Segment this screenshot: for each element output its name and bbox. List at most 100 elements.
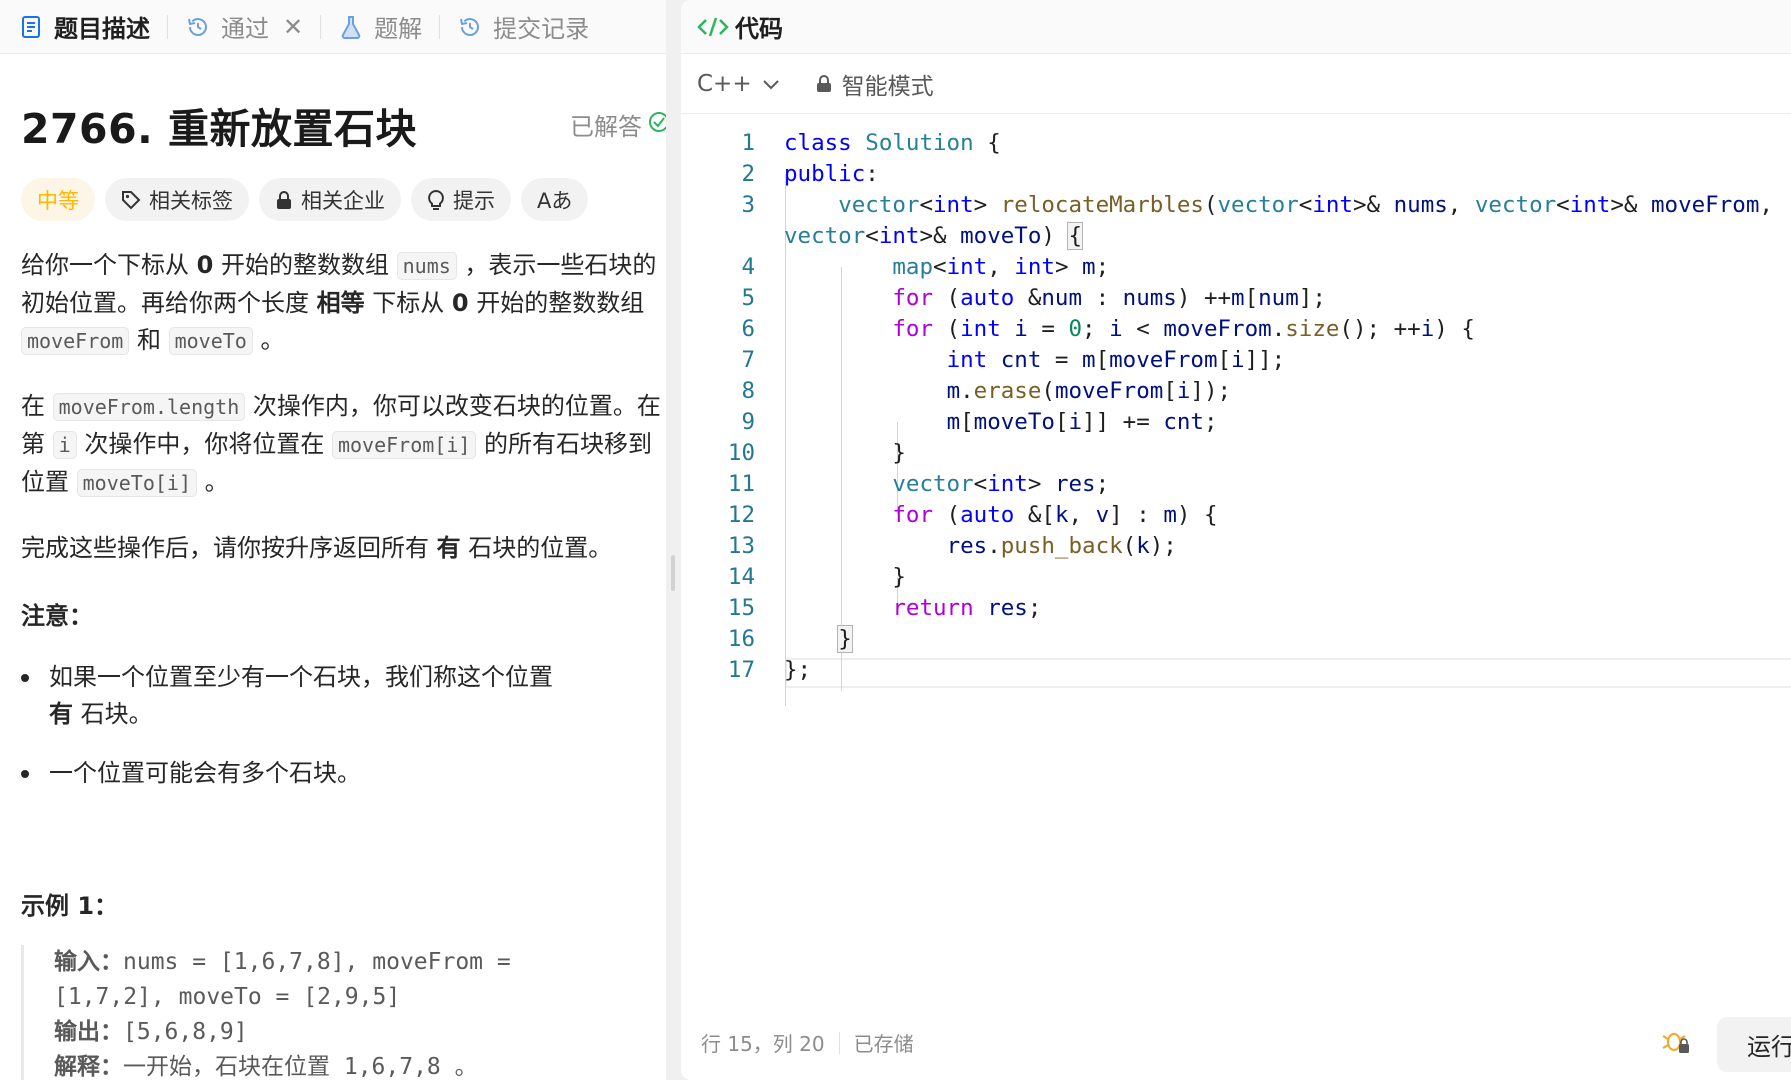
history-icon [185,14,211,40]
tab-label: 提交记录 [493,15,590,43]
run-button[interactable]: 运行 [1717,1017,1791,1072]
code-line: public: [784,161,879,187]
difficulty-badge: 中等 [21,178,95,221]
desc-paragraph-1: 给你一个下标从 0 开始的整数数组 nums ，表示一些石块的初始位置。再给你两… [21,251,657,355]
lightbulb-icon [427,189,445,211]
tag-icon [121,190,141,210]
problem-tabbar: 题目描述 通过 ✕ 题解 提交记录 [0,0,666,54]
code-line: for (auto &[k, v] : m) { [892,502,1218,528]
lock-icon [275,190,293,210]
history-icon [457,14,483,40]
check-circle-icon [648,111,666,139]
editor-toolbar: C++ 智能模式 [681,54,1791,114]
line-number: 7 [741,347,755,373]
tab-solutions[interactable]: 题解 [336,0,424,54]
close-icon[interactable]: ✕ [283,13,303,41]
smart-mode-toggle[interactable]: 智能模式 [816,67,934,101]
code-panel-title: 代码 [735,15,783,43]
code-panel-header: 代码 [681,0,1791,54]
solved-status: 已解答 [570,107,666,142]
problem-tags: 中等 相关标签 相关企业 提示 Aあ [21,178,589,221]
tab-divider [439,14,441,39]
code-line: } [837,625,853,653]
language-select[interactable]: C++ [697,71,780,97]
code-line: class Solution { [784,130,1001,156]
cursor-position: 行 15，列 20 [701,1032,825,1056]
code-line: res.push_back(k); [946,533,1177,559]
save-status: 已存储 [853,1032,914,1056]
line-number: 1 [741,130,755,156]
bullet-text: 一个位置可能会有多个石块。 [49,759,361,787]
mode-label: 智能模式 [841,73,934,100]
code-editor[interactable]: 1 2 3 4 5 6 7 8 9 10 11 12 13 14 15 16 17 class Solution… [681,128,1791,988]
tab-description[interactable]: 题目描述 [16,0,152,54]
related-tags-button[interactable]: 相关标签 [105,178,249,221]
line-number: 17 [727,657,755,683]
resize-handle[interactable] [671,555,675,591]
example-heading: 示例 1： [21,892,119,920]
tab-label: 题目描述 [54,15,150,43]
code-line: map<int, int> m; [892,254,1110,280]
tab-divider [320,14,322,39]
flask-icon [338,14,364,40]
editor-status-bar: 行 15，列 20 已存储 运行 [681,1005,1791,1080]
problem-title[interactable]: 2766. 重新放置石块 [21,105,417,153]
code-line: vector<int> res; [892,471,1110,497]
line-number: 10 [727,440,755,466]
tab-submissions[interactable]: 提交记录 [455,0,591,54]
tab-label: 题解 [374,15,423,43]
problem-panel: 题目描述 通过 ✕ 题解 提交记录 2766. 重新放置石块 已解答 中等 相关… [0,0,666,1080]
panel-resizer[interactable] [666,0,681,1080]
code-line: vector<int> relocateMarbles(vector<int>&… [838,192,1773,218]
solved-label: 已解答 [570,113,642,141]
code-line: } [784,440,906,466]
indent-guide [897,422,898,514]
current-line-highlight [785,658,1791,688]
language-label: C++ [697,70,752,97]
desc-paragraph-3: 完成这些操作后，请你按升序返回所有 有 石块的位置。 [21,534,613,562]
document-icon [18,14,44,40]
difficulty-label: 中等 [37,188,79,213]
code-line: for (int i = 0; i < moveFrom.size(); ++i… [892,316,1475,342]
code-line: for (auto &num : nums) ++m[num]; [892,285,1326,311]
code-line: m[moveTo[i]] += cnt; [946,409,1218,435]
status-divider [838,1031,840,1054]
code-icon [697,15,729,39]
line-number: 8 [741,378,755,404]
hint-button[interactable]: 提示 [411,178,511,221]
line-number: 12 [727,502,755,528]
code-panel: 代码 C++ 智能模式 1 2 3 4 5 6 7 8 9 10 11 12 13 14 15 16 17 cl… [681,0,1791,1080]
problem-header: 2766. 重新放置石块 已解答 [21,95,666,153]
note-heading: 注意： [21,602,93,630]
line-number: 5 [741,285,755,311]
line-number: 11 [727,471,755,497]
line-number: 4 [741,254,755,280]
tab-accepted[interactable]: 通过 ✕ [183,0,305,54]
code-line: m.erase(moveFrom[i]); [946,378,1232,404]
tab-label: 通过 [221,15,269,43]
code-line: }; [784,657,812,683]
desc-paragraph-2: 在 moveFrom.length 次操作内，你可以改变石块的位置。在第 i 次… [21,392,661,497]
line-number: 3 [741,192,755,218]
line-number: 14 [727,564,755,590]
line-number: 9 [741,409,755,435]
lock-icon [816,74,832,93]
chip-label: 提示 [453,188,495,213]
code-line: } [784,564,906,590]
problem-description: 给你一个下标从 0 开始的整数数组 nums ，表示一些石块的初始位置。再给你两… [21,247,661,595]
chip-label: 相关企业 [301,188,385,213]
list-item: 一个位置可能会有多个石块。 [21,755,581,792]
translate-icon: Aあ [537,188,573,213]
list-item: 如果一个位置至少有一个石块，我们称这个位置 有 石块。 [21,659,581,733]
debug-icon[interactable] [1661,1027,1691,1057]
code-line: vector<int>& moveTo) { [784,222,1083,250]
related-companies-button[interactable]: 相关企业 [259,178,401,221]
bullet-dot [21,674,29,682]
chip-label: 相关标签 [149,188,233,213]
code-line: return res; [892,595,1042,621]
line-number: 13 [727,533,755,559]
translate-button[interactable]: Aあ [521,178,589,221]
line-number: 15 [727,595,755,621]
bullet-dot [21,770,29,778]
line-number: 2 [741,161,755,187]
